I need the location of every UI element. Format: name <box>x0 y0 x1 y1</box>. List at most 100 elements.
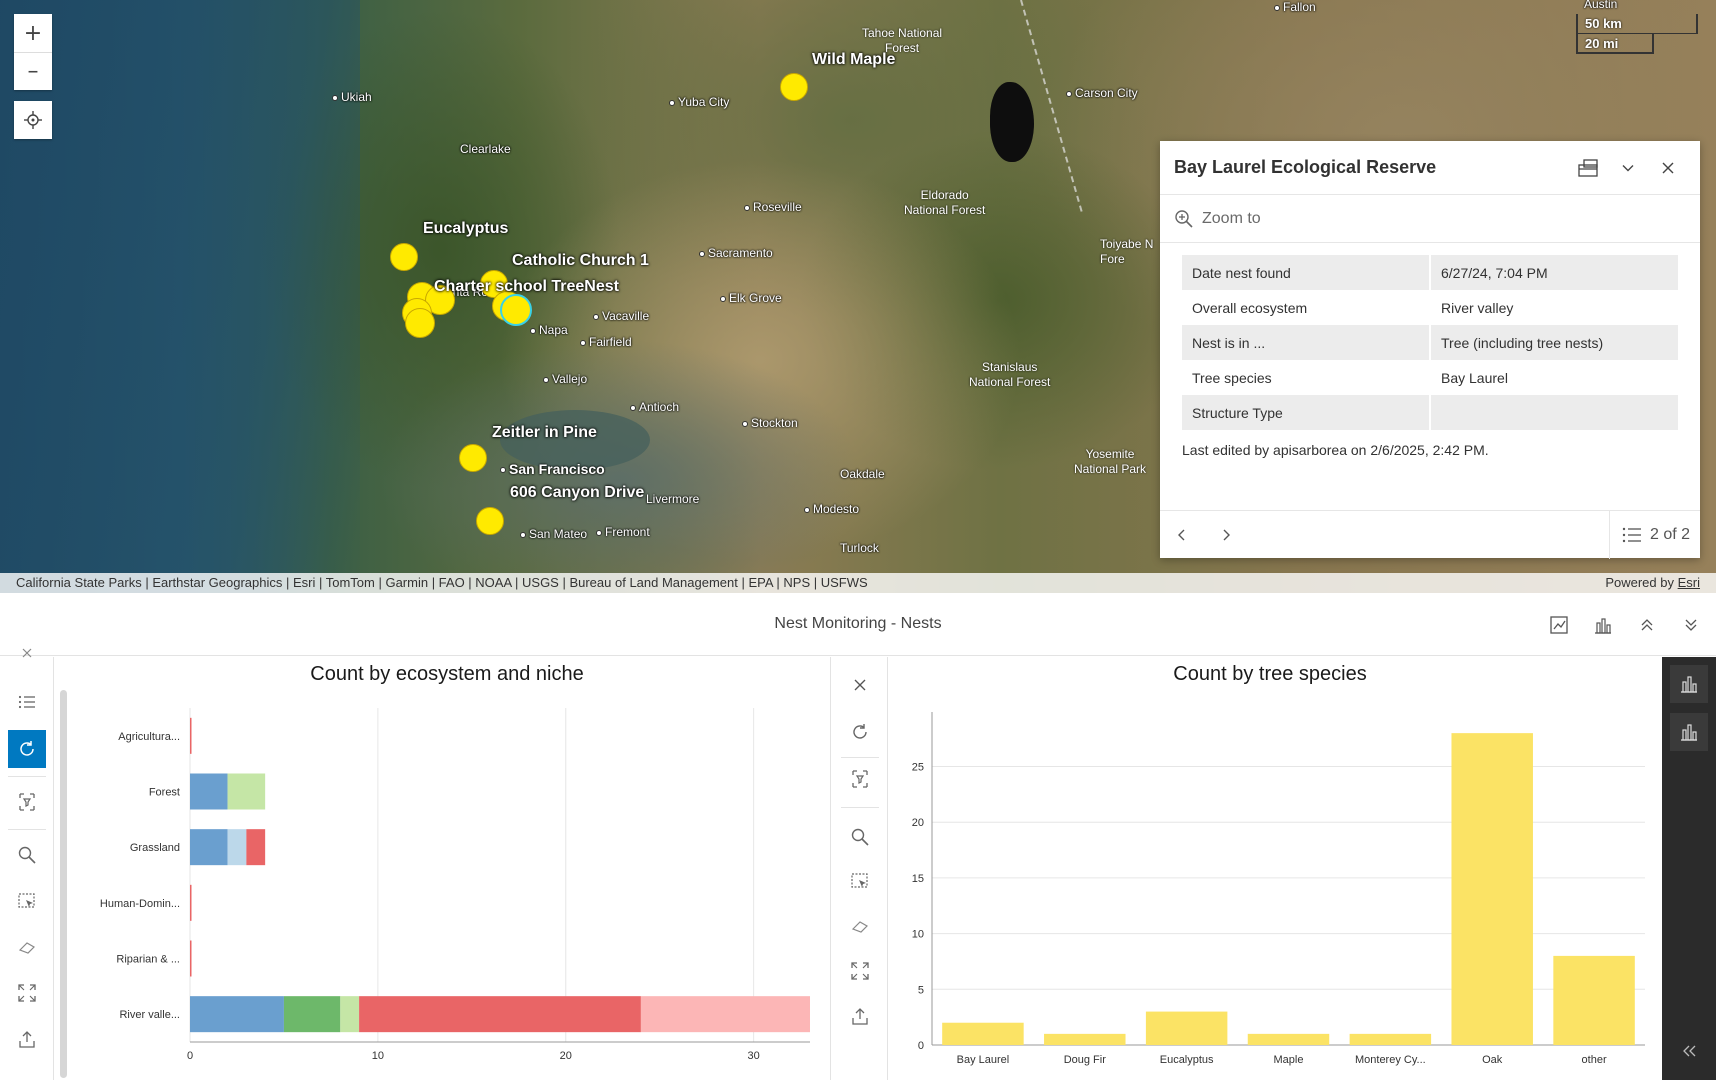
select-by-area-button[interactable] <box>841 862 879 900</box>
chart-toolbar <box>830 657 888 1080</box>
y-tick-label: Forest <box>149 787 180 799</box>
bar <box>1145 1011 1228 1045</box>
selection-filter-button[interactable] <box>841 760 879 798</box>
bar-segment <box>246 829 266 866</box>
filter-by-extent-button[interactable] <box>8 730 46 768</box>
y-tick-label: 25 <box>912 762 924 774</box>
area-label-toiyabe: Toiyabe N Fore <box>1100 237 1154 266</box>
scalebar: 50 km 20 mi <box>1576 14 1698 54</box>
clear-selection-button[interactable] <box>8 928 46 966</box>
zoom-out-button[interactable]: – <box>14 52 52 90</box>
close-button[interactable] <box>841 666 879 704</box>
dock-icon <box>1578 158 1598 177</box>
y-tick-label: 0 <box>918 1040 924 1052</box>
bar <box>1044 1033 1126 1045</box>
export-button[interactable] <box>8 1020 46 1058</box>
next-feature-button[interactable] <box>1204 511 1248 559</box>
field-name: Structure Type <box>1182 395 1431 430</box>
panel-title: Nest Monitoring - Nests <box>774 615 942 632</box>
ecosystem-bar-chart[interactable]: 0 10 20 30 Agricultura... Forest Grassland Huma… <box>72 700 828 1075</box>
zoom-to-action[interactable]: Zoom to <box>1160 195 1700 243</box>
popup-header: Bay Laurel Ecological Reserve <box>1160 141 1700 195</box>
x-tick-label: Oak <box>1482 1054 1503 1066</box>
chart-edit-button[interactable] <box>1540 606 1578 644</box>
list-icon <box>18 695 35 709</box>
nest-marker-selected[interactable] <box>500 294 532 326</box>
city-label: Carson City <box>1066 86 1138 100</box>
y-tick-label: River valle... <box>119 1009 180 1021</box>
previous-feature-button[interactable] <box>1160 511 1204 559</box>
add-chart-button[interactable] <box>1584 606 1622 644</box>
map-attribution: California State Parks | Earthstar Geogr… <box>0 573 1716 593</box>
chart-tab-2[interactable] <box>1670 713 1708 751</box>
feature-list-button[interactable]: 2 of 2 <box>1608 510 1700 559</box>
field-value <box>1430 395 1678 430</box>
area-label-stanislaus: Stanislaus National Forest <box>969 360 1051 389</box>
selection-filter-button[interactable] <box>8 783 46 821</box>
esri-link[interactable]: Esri <box>1678 575 1700 590</box>
city-label: Fairfield <box>580 335 632 349</box>
field-value: River valley <box>1441 299 1514 316</box>
y-tick-label: Human-Domin... <box>100 898 180 910</box>
map-view[interactable]: Tahoe National Forest Eldorado National Fo… <box>0 0 1716 593</box>
locate-button[interactable] <box>14 101 52 139</box>
close-icon <box>22 648 32 658</box>
city-label: Sacramento <box>699 246 773 260</box>
x-tick-label: 0 <box>187 1050 193 1062</box>
collapse-button[interactable] <box>1608 148 1648 188</box>
left-toolbar <box>0 648 54 1080</box>
filter-by-extent-button[interactable] <box>841 713 879 751</box>
scalebar-km: 50 km <box>1576 14 1698 34</box>
x-tick-label: 20 <box>560 1050 572 1062</box>
bar-segment <box>190 940 192 977</box>
city-label: Fremont <box>596 525 650 539</box>
list-button[interactable] <box>8 683 46 721</box>
table-row: Structure Type <box>1182 395 1678 430</box>
collapse-rail-button[interactable] <box>1670 1032 1708 1070</box>
city-label: Livermore <box>646 492 700 506</box>
zoom-to-selection-button[interactable] <box>841 818 879 856</box>
x-tick-label: Maple <box>1274 1054 1304 1066</box>
select-by-area-button[interactable] <box>8 882 46 920</box>
zoom-to-label: Zoom to <box>1202 209 1261 227</box>
divider <box>841 757 879 758</box>
feature-count: 2 of 2 <box>1649 525 1690 543</box>
list-icon <box>1622 527 1641 542</box>
fullscreen-button[interactable] <box>8 974 46 1012</box>
bar <box>1553 955 1635 1045</box>
y-tick-label: Agricultura... <box>118 731 180 743</box>
clear-selection-button[interactable] <box>841 907 879 945</box>
collapse-down-button[interactable] <box>1672 606 1710 644</box>
popup-title: Bay Laurel Ecological Reserve <box>1174 157 1437 177</box>
chevrons-up-icon <box>1641 618 1653 630</box>
attribute-table: Date nest found 6/27/24, 7:04 PM Overall … <box>1182 255 1678 430</box>
bar-segment <box>190 773 228 810</box>
nest-marker[interactable] <box>476 507 504 535</box>
fullscreen-button[interactable] <box>841 952 879 990</box>
nest-marker[interactable] <box>459 444 487 472</box>
zoom-to-icon <box>1175 209 1193 228</box>
close-button[interactable] <box>8 643 46 663</box>
nest-marker[interactable] <box>780 73 808 101</box>
bar-chart-icon <box>1595 617 1611 634</box>
chart-edit-icon <box>1550 615 1568 634</box>
nest-marker[interactable] <box>390 243 418 271</box>
close-button[interactable] <box>1648 148 1688 188</box>
eraser-icon <box>851 921 868 933</box>
nest-marker[interactable] <box>405 308 435 338</box>
table-row: Tree species Bay Laurel <box>1182 360 1678 395</box>
bar-segment <box>359 996 641 1033</box>
zoom-to-selection-button[interactable] <box>8 836 46 874</box>
bar-segment <box>640 996 810 1033</box>
dock-button[interactable] <box>1568 148 1608 188</box>
city-label: Modesto <box>804 502 859 516</box>
divider <box>8 776 46 777</box>
city-label: Fallon <box>1274 0 1316 14</box>
city-label: San Mateo <box>520 527 587 541</box>
scrollbar[interactable] <box>60 690 67 1078</box>
zoom-in-button[interactable]: + <box>14 14 52 52</box>
expand-up-button[interactable] <box>1628 606 1666 644</box>
export-button[interactable] <box>841 997 879 1035</box>
tree-species-bar-chart[interactable]: 0 5 10 15 20 25 Bay Laurel Doug Fir Eucalyptus Ma… <box>890 700 1658 1075</box>
chart-tab-1[interactable] <box>1670 665 1708 703</box>
